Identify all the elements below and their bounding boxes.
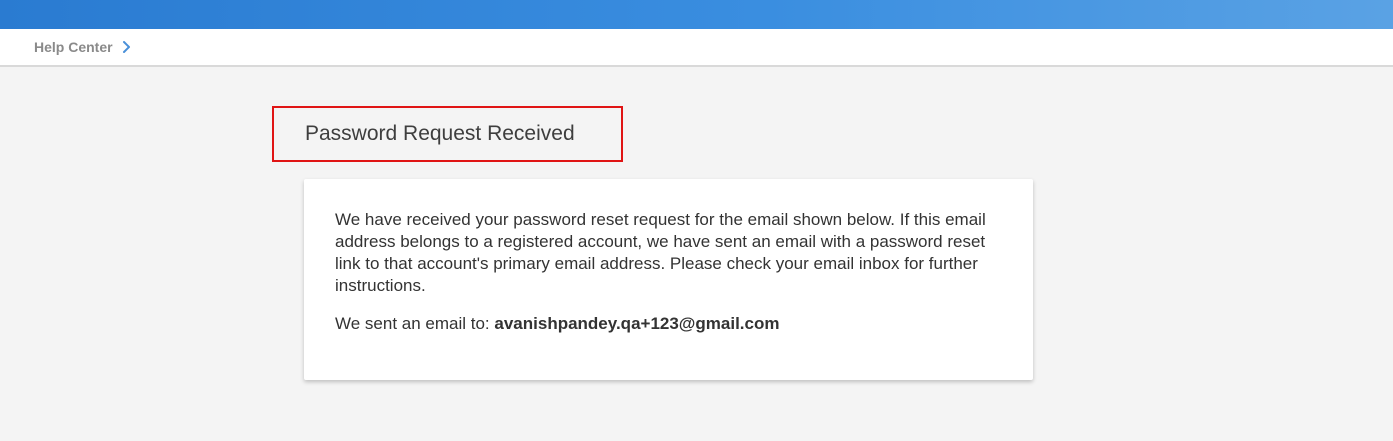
chevron-right-icon [121,40,133,54]
sent-email-line: We sent an email to: avanishpandey.qa+12… [335,313,1003,335]
sent-email-prefix: We sent an email to: [335,314,490,333]
sent-email-address: avanishpandey.qa+123@gmail.com [494,314,780,333]
confirmation-card: We have received your password reset req… [304,179,1033,380]
breadcrumb-help-center-link[interactable]: Help Center [34,39,113,55]
breadcrumb: Help Center [34,39,133,55]
page-title: Password Request Received [305,122,575,145]
page-title-highlight: Password Request Received [272,106,623,162]
confirmation-message: We have received your password reset req… [335,210,986,295]
breadcrumb-bar: Help Center [0,29,1393,67]
top-header-bar [0,0,1393,29]
